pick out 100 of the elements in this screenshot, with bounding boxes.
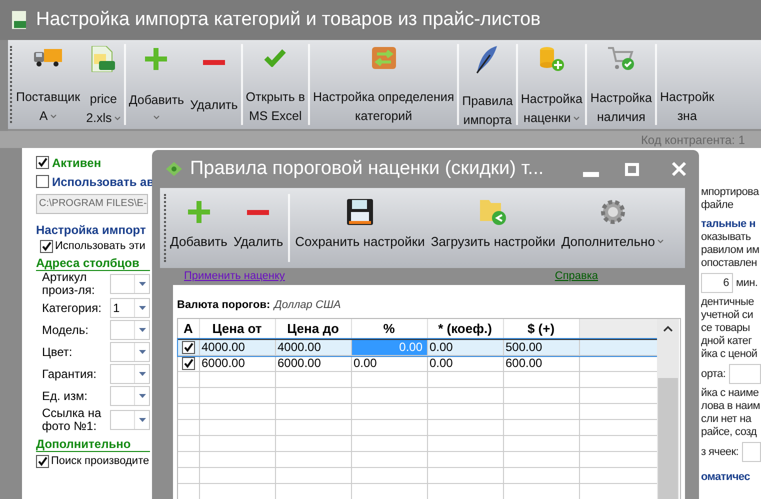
input-field[interactable] xyxy=(728,364,761,384)
column-dropdown[interactable] xyxy=(110,364,150,384)
currency-value: Доллар США xyxy=(274,298,341,313)
toolbar-button[interactable]: Дополнительно xyxy=(558,188,667,268)
table-cell[interactable]: 6000.00 xyxy=(199,356,275,372)
toolbar-button[interactable]: Настройка наличия xyxy=(587,40,655,129)
table-row[interactable]: 4000.00 4000.00 0.00 0.00 500.00 xyxy=(178,339,657,356)
field-label: орта: xyxy=(701,368,726,380)
field-label: Ссылка на фото №1: xyxy=(42,407,102,433)
toolbar-button[interactable]: Открыть в MS Excel xyxy=(242,40,308,129)
field-label: з ячеек: xyxy=(701,446,738,458)
section-heading: оматичес xyxy=(701,471,751,484)
dropdown-arrow-icon xyxy=(138,394,146,398)
column-header[interactable]: Цена до xyxy=(275,318,351,339)
toolbar-button[interactable]: Настройка наценки xyxy=(518,40,586,129)
checkbox-label: Активен xyxy=(52,156,102,170)
toolbar-button[interactable]: Добавить xyxy=(126,40,188,129)
toolbar-button[interactable]: Удалить xyxy=(230,188,286,268)
input-field[interactable] xyxy=(742,442,761,462)
text-line: дентичные xyxy=(701,296,755,309)
section-heading: Адреса столбцов xyxy=(36,256,150,271)
field-label: Ед. изм: xyxy=(42,390,88,402)
spreadsheet-file-icon xyxy=(91,46,116,72)
table-cell[interactable]: 4000.00 xyxy=(275,339,351,356)
dropdown-arrow-icon xyxy=(138,418,146,422)
column-dropdown[interactable] xyxy=(110,320,150,340)
group-heading: Настройка импорт xyxy=(36,223,147,237)
table-cell[interactable]: 6000.00 xyxy=(275,356,351,372)
currency-label: Валюта порогов: xyxy=(177,298,270,313)
toolbar-button[interactable]: Загрузить настройки xyxy=(428,188,558,268)
column-dropdown[interactable] xyxy=(110,386,150,406)
section-heading: Дополнительно xyxy=(36,437,150,452)
table-cell[interactable]: 4000.00 xyxy=(199,339,275,356)
plus-icon xyxy=(145,48,168,70)
window-title: Настройка импорта категорий и товаров из прайс-листов xyxy=(36,8,541,32)
text-line: равилом им xyxy=(701,244,760,257)
text-line: опоставлен xyxy=(701,257,758,270)
text-line: оказывать xyxy=(701,231,752,244)
field-label: Модель: xyxy=(42,324,90,336)
column-header[interactable]: Цена от xyxy=(199,318,275,339)
table-cell[interactable]: 600.00 xyxy=(503,356,579,372)
field-label: Категория: xyxy=(42,302,102,314)
checkbox[interactable] xyxy=(182,340,195,354)
column-dropdown[interactable] xyxy=(110,274,150,294)
table-row[interactable]: 6000.00 6000.00 0.00 0.00 600.00 xyxy=(178,356,657,372)
scrollbar[interactable] xyxy=(657,318,679,499)
toolbar-button[interactable]: Правила импорта xyxy=(459,40,516,129)
dropdown-arrow-icon xyxy=(138,306,146,310)
status-text: Код контрагента: 1 xyxy=(640,132,745,148)
column-dropdown[interactable] xyxy=(110,410,150,430)
column-dropdown[interactable]: 1 xyxy=(110,298,150,318)
checkbox[interactable] xyxy=(40,240,53,252)
path-field[interactable]: C:\PROGRAM FILES\E- xyxy=(36,194,148,214)
dropdown-arrow-icon xyxy=(138,328,146,332)
text-line: се товары xyxy=(701,322,751,335)
toolbar-button[interactable]: Сохранить настройки xyxy=(292,188,428,268)
checkmark-icon xyxy=(264,49,286,67)
text-line: учетной си xyxy=(701,309,754,322)
dropdown-arrow-icon xyxy=(138,350,146,354)
table-cell[interactable]: 0.00 xyxy=(427,339,503,356)
plus-icon xyxy=(188,201,210,223)
checkbox-label: Использовать эти xyxy=(55,239,146,253)
maximize-icon[interactable] xyxy=(625,162,639,176)
section-heading: тальные н xyxy=(701,218,756,231)
column-header[interactable]: А xyxy=(178,318,199,339)
text-line: райсе, созд xyxy=(701,426,758,439)
table-cell[interactable]: 500.00 xyxy=(503,339,579,356)
close-icon[interactable] xyxy=(671,161,687,177)
field-label: Гарантия: xyxy=(42,368,98,380)
minimize-icon[interactable] xyxy=(583,172,599,176)
checkbox[interactable] xyxy=(36,156,49,169)
money-icon xyxy=(164,161,184,177)
text-line: файле xyxy=(701,199,734,212)
text-line: дной катег xyxy=(701,335,753,348)
toolbar-button[interactable]: Удалить xyxy=(187,40,241,129)
table-cell[interactable]: 0.00 xyxy=(427,356,503,372)
text-line: мпортирова xyxy=(701,186,760,199)
checkbox[interactable] xyxy=(36,175,49,188)
cart-check-icon xyxy=(607,46,636,71)
minus-icon xyxy=(247,210,270,214)
column-header[interactable]: % xyxy=(351,318,427,339)
gear-icon xyxy=(600,199,626,225)
scroll-up-icon[interactable] xyxy=(663,324,673,332)
toolbar-button[interactable]: Поставщик А xyxy=(13,40,84,129)
feather-icon xyxy=(476,46,498,74)
truck-icon xyxy=(34,49,62,67)
table-cell[interactable]: 0.00 xyxy=(351,356,427,372)
toolbar-button[interactable]: Настройка определения категорий xyxy=(310,40,458,129)
column-header[interactable]: * (коеф.) xyxy=(427,318,503,339)
checkbox-label: Поиск производите xyxy=(51,454,150,468)
column-header[interactable]: $ (+) xyxy=(503,318,579,339)
checkbox[interactable] xyxy=(182,356,195,370)
checkbox[interactable] xyxy=(36,454,49,468)
input-field[interactable]: 6 xyxy=(701,273,733,293)
toolbar-button[interactable]: Добавить xyxy=(167,188,230,268)
toolbar-button[interactable]: Настройк зна xyxy=(656,40,718,129)
column-dropdown[interactable] xyxy=(110,342,150,362)
toolbar-button[interactable]: price 2.xls xyxy=(83,40,124,129)
coins-plus-icon xyxy=(538,46,565,72)
field-label: Цвет: xyxy=(42,346,74,358)
